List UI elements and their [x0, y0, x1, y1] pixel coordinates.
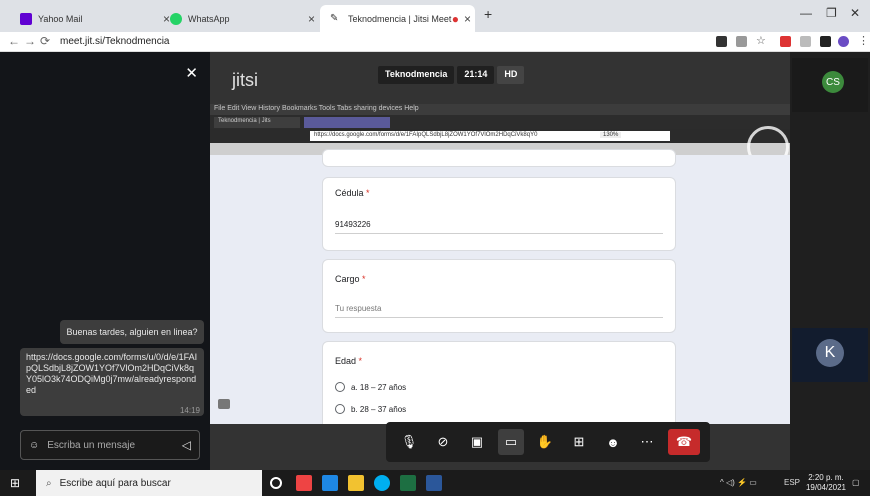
tab-whatsapp[interactable]: WhatsApp × [160, 5, 325, 32]
chrome-icon[interactable] [296, 475, 312, 491]
window-close-button[interactable]: ✕ [850, 6, 860, 20]
new-tab-button[interactable]: + [484, 6, 492, 22]
store-icon[interactable] [322, 475, 338, 491]
maximize-button[interactable]: ❐ [826, 6, 837, 20]
shared-screen: File Edit View History Bookmarks Tools T… [210, 104, 790, 424]
chat-message: Buenas tardes, alguien en linea? [60, 320, 204, 344]
zoom-level: 130% [600, 132, 622, 138]
question-title: Edad * [335, 356, 363, 366]
extension-icon[interactable] [736, 36, 747, 47]
tile-view-icon[interactable]: ⊞ [566, 429, 592, 455]
form-card-cedula: Cédula * 91493226 [322, 177, 676, 251]
chat-input[interactable]: ☺ Escriba un mensaje ◁ [20, 430, 200, 460]
reload-icon[interactable]: ⟳ [40, 34, 50, 48]
shared-address-bar: https://docs.google.com/forms/d/e/1FAIpQ… [210, 129, 790, 143]
shared-tab-active [304, 117, 390, 128]
close-icon[interactable]: × [308, 12, 315, 26]
cortana-icon[interactable] [270, 477, 282, 489]
puzzle-icon[interactable] [820, 36, 831, 47]
taskbar-clock[interactable]: 2:20 p. m. 19/04/2021 [806, 473, 846, 493]
recording-icon: ● [451, 11, 459, 26]
form-card-edad: Edad * a. 18 – 27 años b. 28 – 37 años [322, 341, 676, 424]
language-indicator[interactable]: ESP [784, 478, 800, 487]
shared-menu-bar: File Edit View History Bookmarks Tools T… [210, 104, 790, 115]
filmstrip: CS K [790, 52, 870, 470]
camera-icon[interactable] [716, 36, 727, 47]
radio-option: a. 18 – 27 años [335, 382, 406, 392]
minimize-button[interactable]: — [800, 6, 812, 20]
screen-share-icon[interactable]: ▣ [464, 429, 490, 455]
extension-icon[interactable] [780, 36, 791, 47]
chat-toggle-icon[interactable]: ▭ [498, 429, 524, 455]
browser-tab-bar: Yahoo Mail × WhatsApp × ✎ Teknodmencia |… [0, 0, 870, 32]
profile-avatar[interactable] [838, 36, 849, 47]
question-title: Cédula * [335, 188, 370, 198]
taskbar-search[interactable]: ⌕ Escribe aquí para buscar [36, 470, 262, 496]
google-form: Cédula * 91493226 Cargo * Tu respuesta E… [210, 149, 790, 424]
hangup-icon[interactable]: ☎ [668, 429, 700, 455]
search-icon: ⌕ [46, 477, 52, 489]
jitsi-app: ✕ Buenas tardes, alguien en linea? https… [0, 52, 870, 470]
meeting-info: Teknodmencia 21:14 HD [378, 66, 525, 84]
emoji-icon[interactable]: ☺ [29, 440, 39, 451]
chat-message-link[interactable]: https://docs.google.com/forms/u/0/d/e/1F… [20, 348, 204, 416]
shared-tab: Teknodmencia | Jits [214, 117, 300, 128]
file-explorer-icon[interactable] [348, 475, 364, 491]
microphone-icon[interactable]: 🎙 [396, 429, 422, 455]
more-icon[interactable]: ⋯ [634, 429, 660, 455]
windows-start-icon[interactable]: ⊞ [10, 476, 20, 490]
jitsi-icon: ✎ [330, 12, 339, 24]
url-field[interactable]: meet.jit.si/Teknodmencia [60, 36, 170, 47]
raise-hand-icon[interactable]: ✋ [532, 429, 558, 455]
question-title: Cargo * [335, 274, 366, 284]
yahoo-mail-icon [20, 12, 32, 25]
quality-badge: HD [497, 66, 525, 84]
send-icon[interactable]: ◁ [182, 438, 191, 452]
chat-panel: ✕ Buenas tardes, alguien en linea? https… [0, 52, 210, 470]
skype-icon[interactable] [374, 475, 390, 491]
excel-icon[interactable] [400, 475, 416, 491]
meeting-name: Teknodmencia [378, 66, 455, 84]
participant-tile[interactable]: CS [792, 58, 868, 112]
chat-icon[interactable] [218, 399, 230, 409]
close-icon[interactable]: ✕ [185, 64, 198, 82]
answer-field: 91493226 [335, 220, 663, 234]
meeting-duration: 21:14 [457, 66, 495, 84]
form-card [322, 149, 676, 167]
avatar: CS [822, 71, 844, 93]
radio-icon [335, 404, 345, 414]
tab-jitsi[interactable]: ✎ Teknodmencia | Jitsi Meet ● × [320, 5, 475, 32]
tab-yahoo-mail[interactable]: Yahoo Mail × [10, 5, 180, 32]
meeting-toolbar: 🎙 ⊘ ▣ ▭ ✋ ⊞ ☻ ⋯ ☎ [386, 422, 710, 462]
notification-icon[interactable]: ▢ [852, 478, 860, 487]
shared-tab-bar: Teknodmencia | Jits [210, 115, 790, 129]
forward-icon[interactable]: → [24, 34, 36, 48]
video-stage: jitsi Teknodmencia 21:14 HD File Edit Vi… [210, 52, 790, 470]
whatsapp-icon [170, 12, 182, 25]
word-icon[interactable] [426, 475, 442, 491]
jitsi-logo: jitsi [232, 70, 258, 90]
message-time: 14:19 [179, 406, 200, 415]
tray-icons[interactable]: ^ ◁) ⚡ ▭ [720, 478, 757, 487]
participants-icon[interactable]: ☻ [600, 429, 626, 455]
form-card-cargo: Cargo * Tu respuesta [322, 259, 676, 333]
close-icon[interactable]: × [464, 12, 471, 26]
radio-option: b. 28 – 37 años [335, 404, 406, 414]
radio-icon [335, 382, 345, 392]
address-bar: ← → ⟳ meet.jit.si/Teknodmencia ☆ ⋮ [0, 32, 870, 52]
extension-icon[interactable] [800, 36, 811, 47]
back-icon[interactable]: ← [8, 34, 20, 48]
star-icon[interactable]: ☆ [756, 34, 767, 47]
menu-icon[interactable]: ⋮ [858, 34, 869, 47]
camera-off-icon[interactable]: ⊘ [430, 429, 456, 455]
avatar: K [816, 339, 844, 367]
participant-tile[interactable]: K [792, 328, 868, 382]
windows-taskbar: ⊞ ⌕ Escribe aquí para buscar ^ ◁) ⚡ ▭ ES… [0, 470, 870, 496]
answer-field: Tu respuesta [335, 304, 663, 318]
